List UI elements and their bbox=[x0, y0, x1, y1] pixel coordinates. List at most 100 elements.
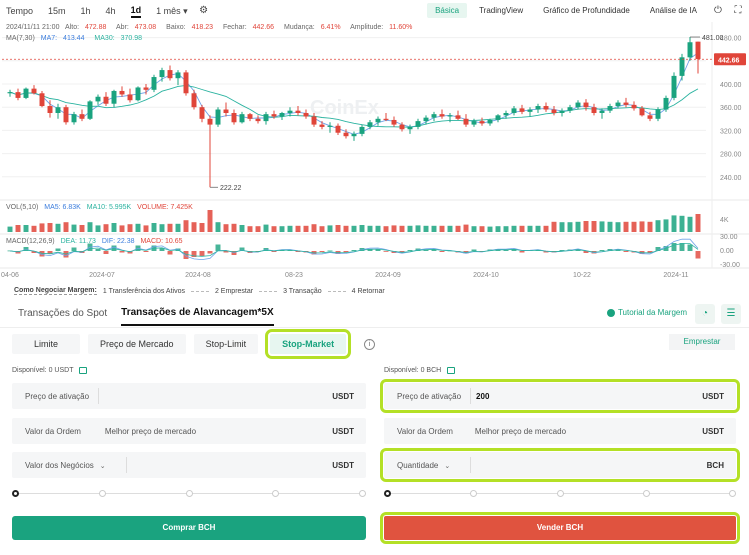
step-return[interactable]: 4 Retornar bbox=[352, 288, 385, 295]
volume-bar bbox=[231, 223, 237, 232]
volume-bar bbox=[95, 225, 101, 232]
step-transfer[interactable]: 1 Transferência dos Ativos bbox=[103, 288, 185, 295]
candle-body bbox=[423, 117, 429, 122]
interval-1d[interactable]: 1d bbox=[130, 5, 142, 18]
candle-body bbox=[167, 70, 173, 79]
sell-amount-slider[interactable] bbox=[384, 490, 736, 498]
ohlc-change: 6.41% bbox=[320, 24, 341, 31]
transfer-icon[interactable] bbox=[447, 366, 456, 374]
buy-order-value-field: Valor da Ordem Melhor preço de mercado U… bbox=[12, 418, 366, 444]
candle-body bbox=[447, 115, 453, 117]
sell-trigger-price-input[interactable]: Preço de ativação 200 USDT bbox=[380, 379, 740, 413]
slider-step-100[interactable] bbox=[359, 490, 366, 497]
slider-step-0[interactable] bbox=[384, 490, 391, 497]
info-icon[interactable]: i bbox=[364, 338, 376, 350]
macd-bar bbox=[119, 251, 125, 253]
coinex-watermark: CoinEx bbox=[310, 97, 379, 119]
step-transaction[interactable]: 3 Transação bbox=[283, 288, 322, 295]
step-borrow[interactable]: 2 Emprestar bbox=[215, 288, 253, 295]
margin-tutorial-link[interactable]: Tutorial da Margem bbox=[606, 308, 687, 317]
power-icon[interactable]: ⏻ bbox=[711, 4, 725, 18]
tab-spot-trading[interactable]: Transações do Spot bbox=[18, 302, 107, 325]
candle-body bbox=[71, 114, 77, 123]
volume-tick-label: 4K bbox=[720, 217, 729, 224]
x-tick-label: 2024-07 bbox=[89, 272, 115, 279]
order-type-stop-limit[interactable]: Stop-Limit bbox=[193, 334, 259, 354]
candle-body bbox=[479, 121, 485, 124]
volume-bar bbox=[327, 225, 333, 232]
expand-icon[interactable]: ⛶ bbox=[731, 4, 745, 18]
macd-bar bbox=[319, 251, 325, 252]
slider-step-25[interactable] bbox=[99, 490, 106, 497]
volume-bar bbox=[543, 225, 549, 232]
price-chart[interactable]: 2024/11/11 21:00 Alto: 472.88 Abr: 473.0… bbox=[0, 22, 749, 284]
volume-bar bbox=[583, 221, 589, 232]
sell-bch-button[interactable]: Vender BCH bbox=[380, 512, 740, 544]
order-type-limit[interactable]: Limite bbox=[12, 334, 81, 354]
price-tick-label: 320.00 bbox=[720, 128, 742, 135]
volume-bar bbox=[615, 222, 621, 232]
buy-bch-button[interactable]: Comprar BCH bbox=[12, 516, 366, 540]
view-basic[interactable]: Básica bbox=[427, 3, 468, 18]
buy-trade-value-dropdown[interactable]: Valor dos Negócios ⌄ bbox=[25, 461, 106, 470]
candle-body bbox=[111, 90, 117, 104]
candle-body bbox=[159, 70, 165, 78]
order-type-market[interactable]: Preço de Mercado bbox=[88, 334, 186, 354]
macd-bar bbox=[383, 251, 389, 252]
view-ai-analysis[interactable]: Análise de IA bbox=[642, 3, 705, 18]
view-depth-chart[interactable]: Gráfico de Profundidade bbox=[535, 3, 638, 18]
candle-body bbox=[431, 114, 437, 118]
volume-bar bbox=[207, 210, 213, 232]
x-tick-label: 04-06 bbox=[1, 272, 19, 279]
borrow-button[interactable]: Emprestar bbox=[669, 334, 735, 350]
macd-bar bbox=[599, 250, 605, 251]
interval-1h[interactable]: 1h bbox=[81, 6, 91, 16]
macd-bar bbox=[327, 250, 333, 252]
indicator-settings-icon[interactable]: ⚙ bbox=[197, 4, 211, 18]
slider-step-50[interactable] bbox=[557, 490, 564, 497]
volume-bar bbox=[263, 224, 269, 232]
interval-4h[interactable]: 4h bbox=[106, 6, 116, 16]
slider-step-75[interactable] bbox=[272, 490, 279, 497]
macd-tick-label: 30.00 bbox=[720, 234, 738, 241]
buy-trade-value-unit: USDT bbox=[332, 460, 354, 470]
candle-body bbox=[23, 88, 29, 98]
slider-step-75[interactable] bbox=[643, 490, 650, 497]
volume-bar bbox=[255, 226, 261, 232]
candle-body bbox=[575, 102, 581, 108]
settings-sliders-icon[interactable]: ☰ bbox=[721, 304, 741, 324]
interval-1-month-dropdown[interactable]: 1 mês ▾ bbox=[156, 6, 188, 17]
play-icon bbox=[606, 308, 615, 317]
ohlc-high-label: Alto: bbox=[65, 24, 80, 31]
sell-form: Disponível: 0 BCH bbox=[384, 364, 736, 376]
candle-body bbox=[359, 126, 365, 134]
transfer-icon[interactable] bbox=[79, 366, 88, 374]
order-type-stop-market[interactable]: Stop-Market bbox=[265, 329, 352, 359]
candle-body bbox=[63, 107, 69, 123]
view-tradingview[interactable]: TradingView bbox=[471, 3, 531, 18]
volume-bar bbox=[463, 224, 469, 232]
sell-order-value-label: Valor da Ordem bbox=[397, 426, 453, 436]
sell-quantity-dropdown[interactable]: Quantidade ⌄ bbox=[397, 461, 450, 470]
x-tick-label: 2024-11 bbox=[663, 272, 688, 279]
candle-body bbox=[535, 106, 541, 110]
buy-trade-value-input[interactable]: Valor dos Negócios ⌄ USDT bbox=[12, 452, 366, 478]
buy-amount-slider[interactable] bbox=[12, 490, 366, 498]
slider-step-50[interactable] bbox=[186, 490, 193, 497]
candle-body bbox=[255, 118, 261, 122]
candle-body bbox=[463, 118, 469, 125]
candle-body bbox=[127, 94, 133, 101]
volume-bar bbox=[39, 223, 45, 232]
x-tick-label: 2024-08 bbox=[185, 272, 211, 279]
sell-quantity-input[interactable]: Quantidade ⌄ BCH bbox=[380, 448, 740, 482]
clock-icon[interactable]: ◔ bbox=[695, 304, 715, 324]
price-tick-label: 240.00 bbox=[720, 175, 742, 182]
slider-step-0[interactable] bbox=[12, 490, 19, 497]
slider-step-100[interactable] bbox=[729, 490, 736, 497]
interval-15m[interactable]: 15m bbox=[48, 6, 66, 16]
slider-step-25[interactable] bbox=[470, 490, 477, 497]
min-price-marker: 222.22 bbox=[220, 185, 242, 192]
volume-bar bbox=[167, 223, 173, 232]
tab-margin-trading[interactable]: Transações de Alavancagem*5X bbox=[121, 301, 274, 326]
buy-trigger-price-input[interactable]: Preço de ativação USDT bbox=[12, 383, 366, 409]
